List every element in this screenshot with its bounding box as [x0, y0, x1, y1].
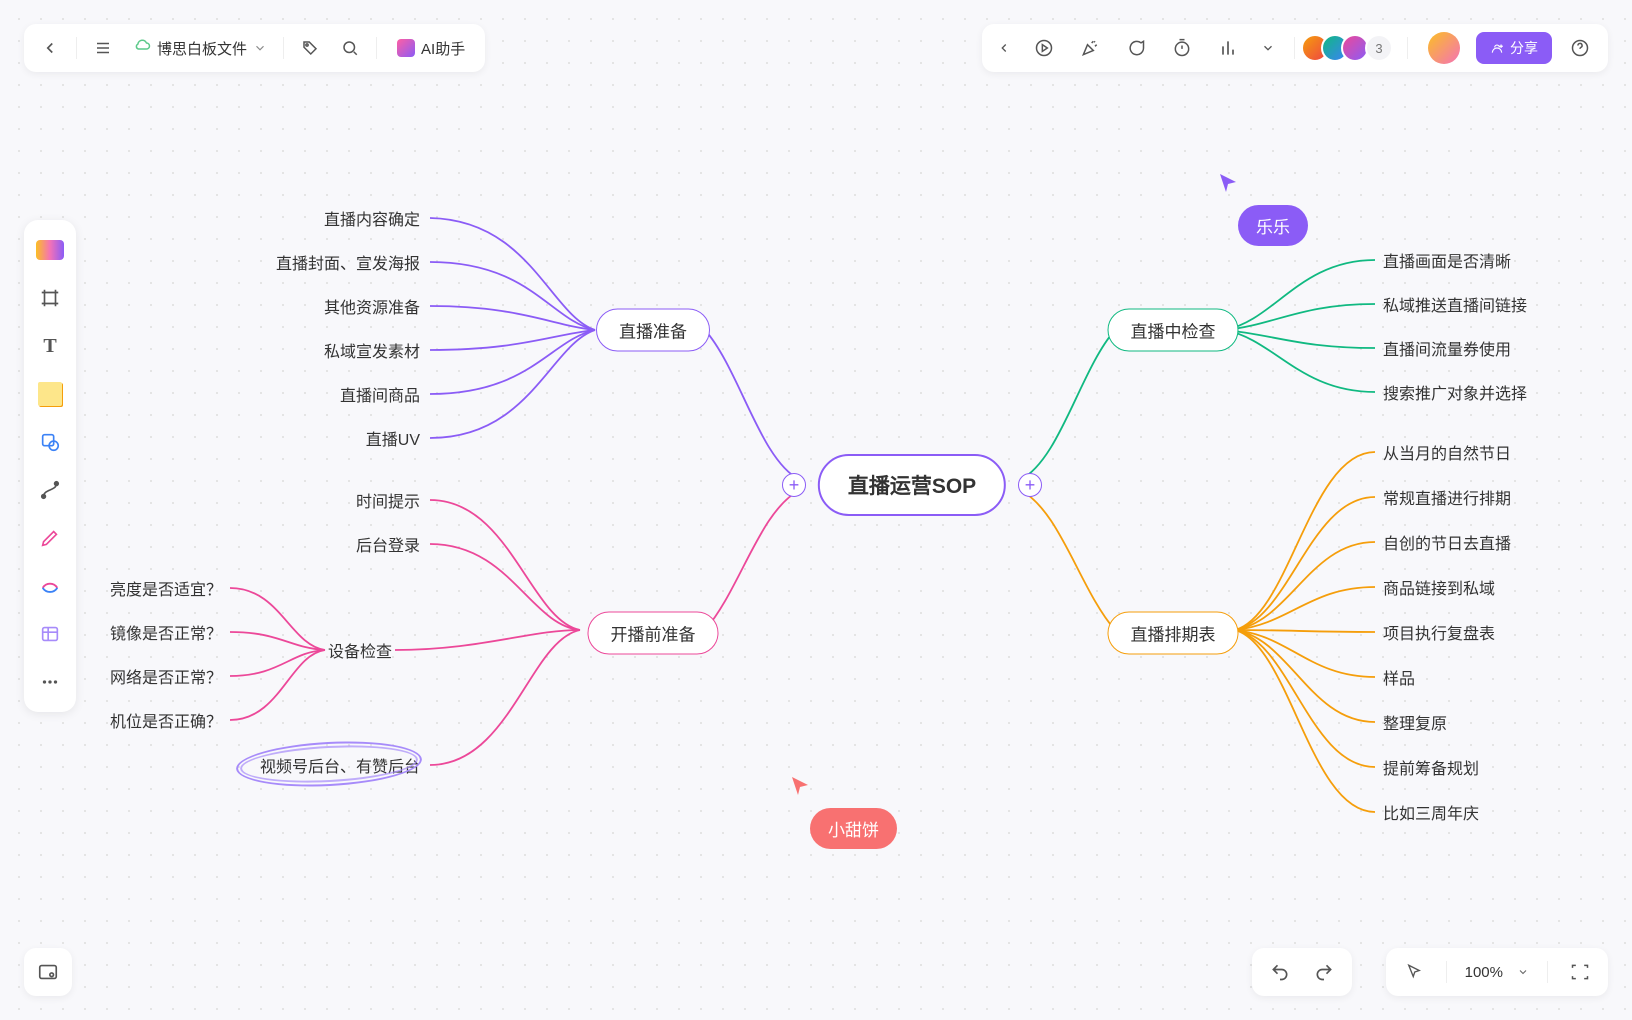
leaf[interactable]: 提前筹备规划 [1383, 755, 1479, 779]
leaf[interactable]: 整理复原 [1383, 710, 1447, 734]
poll-button[interactable] [1210, 30, 1246, 66]
leaf[interactable]: 常规直播进行排期 [1383, 485, 1511, 509]
cursor-label: 小甜饼 [810, 808, 897, 849]
branch-schedule[interactable]: 直播排期表 [1108, 612, 1239, 655]
leaf[interactable]: 直播内容确定 [324, 206, 420, 230]
leaf[interactable]: 后台登录 [356, 532, 420, 556]
connector-tool[interactable] [30, 470, 70, 510]
leaf[interactable]: 项目执行复盘表 [1383, 620, 1495, 644]
cloud-icon [133, 37, 151, 59]
chevron-down-icon [253, 41, 267, 55]
share-label: 分享 [1510, 38, 1538, 58]
collab-cursor-user1: 乐乐 [1218, 172, 1308, 246]
leaf[interactable]: 其他资源准备 [324, 294, 420, 318]
cursor-label: 乐乐 [1238, 205, 1308, 246]
undo-button[interactable] [1262, 954, 1298, 990]
shape-tool[interactable] [30, 422, 70, 462]
table-tool[interactable] [30, 614, 70, 654]
leaf[interactable]: 搜索推广对象并选择 [1383, 380, 1527, 404]
help-button[interactable] [1562, 30, 1598, 66]
leaf[interactable]: 商品链接到私域 [1383, 575, 1495, 599]
chevron-down-icon[interactable] [1517, 966, 1529, 978]
avatar-overflow-count: 3 [1365, 34, 1393, 62]
add-left-handle[interactable]: + [782, 473, 806, 497]
leaf[interactable]: 机位是否正确？ [110, 708, 222, 732]
share-button[interactable]: 分享 [1476, 32, 1552, 64]
leaf[interactable]: 直播间商品 [340, 382, 420, 406]
back-button[interactable] [32, 30, 68, 66]
search-button[interactable] [332, 30, 368, 66]
text-tool[interactable]: T [30, 326, 70, 366]
leaf[interactable]: 直播画面是否清晰 [1383, 248, 1511, 272]
left-toolbar: T [24, 220, 76, 712]
ai-assistant-button[interactable]: AI助手 [385, 30, 477, 66]
pointer-mode-button[interactable] [1400, 954, 1428, 990]
zoom-level[interactable]: 100% [1465, 964, 1503, 981]
branch-prep[interactable]: 直播准备 [596, 309, 710, 352]
branch-prebroadcast[interactable]: 开播前准备 [588, 612, 719, 655]
fit-view-button[interactable] [1566, 954, 1594, 990]
note-icon [38, 382, 62, 406]
timer-button[interactable] [1164, 30, 1200, 66]
leaf[interactable]: 时间提示 [356, 488, 420, 512]
more-tools[interactable] [30, 662, 70, 702]
history-controls [1252, 948, 1352, 996]
leaf[interactable]: 私域宣发素材 [324, 338, 420, 362]
topbar-left: 博思白板文件 AI助手 [24, 24, 485, 72]
frame-tool[interactable] [30, 278, 70, 318]
redo-button[interactable] [1306, 954, 1342, 990]
add-right-handle[interactable]: + [1018, 473, 1042, 497]
celebrate-button[interactable] [1072, 30, 1108, 66]
leaf[interactable]: 私域推送直播间链接 [1383, 292, 1527, 316]
file-name-dropdown[interactable]: 博思白板文件 [125, 37, 275, 59]
tag-button[interactable] [292, 30, 328, 66]
topbar-right: 3 分享 [982, 24, 1608, 72]
center-node[interactable]: 直播运营SOP [818, 454, 1006, 516]
leaf[interactable]: 直播封面、宣发海报 [276, 250, 420, 274]
present-button[interactable] [1026, 30, 1062, 66]
leaf[interactable]: 比如三周年庆 [1383, 800, 1479, 824]
minimap-button[interactable] [24, 948, 72, 996]
scribble-highlight [239, 741, 419, 786]
leaf[interactable]: 样品 [1383, 665, 1415, 689]
more-tools-button[interactable] [1256, 30, 1280, 66]
expand-left-button[interactable] [992, 30, 1016, 66]
share-icon [1490, 41, 1504, 55]
comment-button[interactable] [1118, 30, 1154, 66]
collaborator-avatars[interactable]: 3 [1309, 34, 1393, 62]
highlighter-tool[interactable] [30, 566, 70, 606]
pen-tool[interactable] [30, 518, 70, 558]
leaf[interactable]: 亮度是否适宜？ [110, 576, 222, 600]
ai-logo-icon [397, 39, 415, 57]
view-controls: 100% [1386, 948, 1608, 996]
branch-livecheck[interactable]: 直播中检查 [1108, 309, 1239, 352]
leaf[interactable]: 直播间流量券使用 [1383, 336, 1511, 360]
leaf[interactable]: 自创的节日去直播 [1383, 530, 1511, 554]
collab-cursor-user2: 小甜饼 [790, 775, 897, 849]
templates-button[interactable] [30, 230, 70, 270]
current-user-avatar[interactable] [1428, 32, 1460, 64]
leaf[interactable]: 直播UV [366, 426, 420, 450]
leaf-device-check[interactable]: 设备检查 [328, 638, 392, 662]
leaf[interactable]: 从当月的自然节日 [1383, 440, 1511, 464]
file-name-text: 博思白板文件 [157, 38, 247, 59]
sticky-note-tool[interactable] [30, 374, 70, 414]
menu-button[interactable] [85, 30, 121, 66]
leaf[interactable]: 网络是否正常？ [110, 664, 222, 688]
leaf[interactable]: 镜像是否正常？ [110, 620, 222, 644]
templates-icon [36, 240, 64, 260]
ai-label: AI助手 [421, 38, 465, 59]
